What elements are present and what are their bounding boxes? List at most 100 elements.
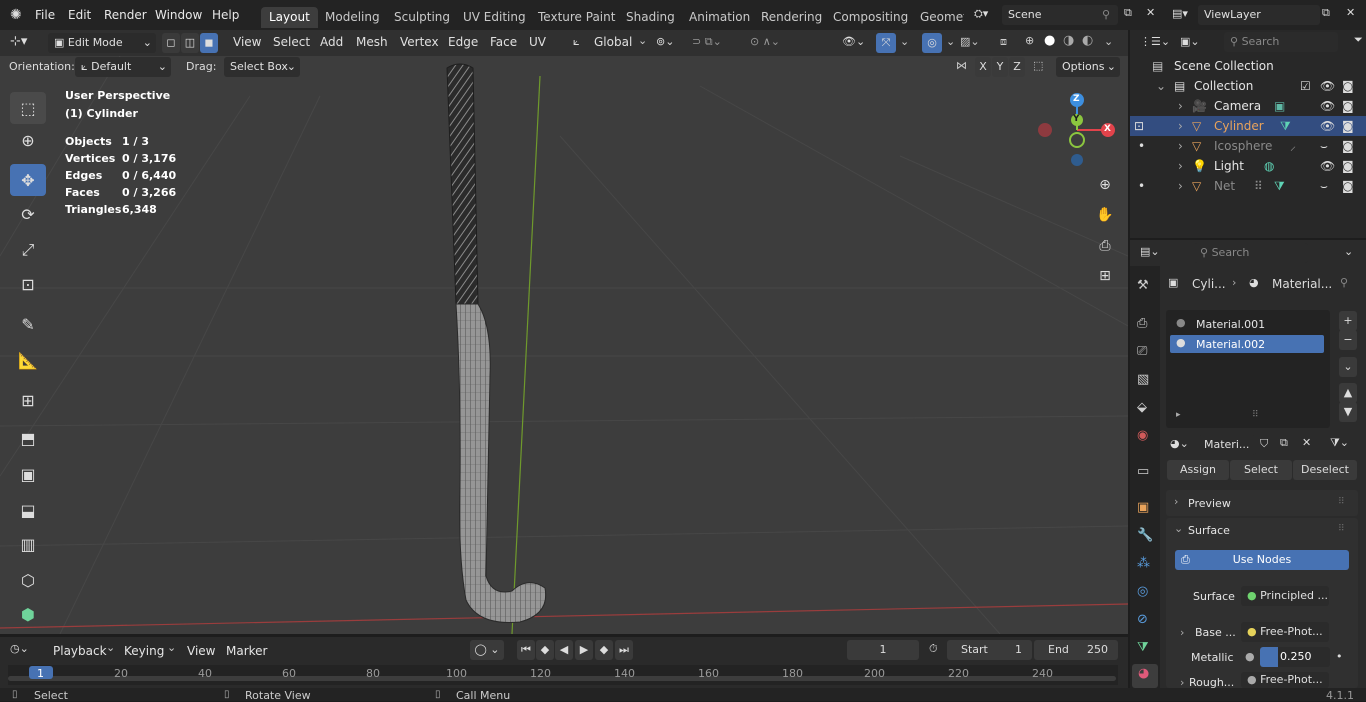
eye-icon[interactable]: 👁 [1320,116,1335,136]
timeline-menu-keying[interactable]: Keying [124,644,164,658]
outliner-row-light[interactable]: › 💡 Light ◍ 👁 ◙ [1130,156,1366,176]
solid-shading-icon[interactable]: ● [1044,33,1055,48]
outliner-row-camera[interactable]: › 🎥 Camera ▣ 👁 ◙ [1130,96,1366,116]
face-select-icon[interactable]: ◼ [200,33,218,53]
current-frame-field[interactable]: 1 [847,640,919,660]
camera-view-icon[interactable]: ⎙ [1093,234,1117,258]
checkbox-icon[interactable]: ☑ [1300,76,1311,96]
play-reverse-icon[interactable]: ◀ [555,640,573,660]
vp-menu-vertex[interactable]: Vertex [400,35,439,49]
pan-hand-icon[interactable]: ✋ [1093,203,1117,227]
pin-icon[interactable]: ⚲ [1340,276,1348,289]
chevron-right-icon[interactable]: › [1178,136,1183,156]
physics-tab-icon[interactable]: ◎ [1137,584,1148,599]
vertex-select-icon[interactable]: ◻ [162,33,180,53]
timeline-editor-icon[interactable]: ◷⌄ [10,642,29,655]
viewlayer-field[interactable]: ViewLayer [1198,5,1320,25]
wireframe-shading-icon[interactable]: ⊕ [1025,34,1034,47]
jump-start-icon[interactable]: ⏮ [517,640,535,660]
editor-type-icon[interactable]: ⊹▾ [10,34,27,49]
timeline-menu-view[interactable]: View [187,644,215,658]
outliner-row-net[interactable]: • › ▽ Net ⠿ ⧩ ⌣ ◙ [1130,176,1366,196]
stopwatch-icon[interactable]: ⏱ [929,642,938,656]
jump-next-keyframe-icon[interactable]: ◆ [595,640,613,660]
move-slot-down-button[interactable]: ▼ [1339,402,1357,422]
jump-prev-keyframe-icon[interactable]: ◆ [536,640,554,660]
tab-uv-editing[interactable]: UV Editing [455,7,534,28]
deselect-button[interactable]: Deselect [1293,460,1357,480]
viewlayer-browse-icon[interactable]: ▤▾ [1172,7,1188,20]
drag-handle-icon[interactable]: ⠿ [1338,524,1345,534]
blender-logo-icon[interactable]: ✺ [10,7,22,23]
mesh-overlay-icon[interactable]: ▨⌄ [960,35,980,48]
timeline-menu-playback[interactable]: Playback [53,644,107,658]
end-frame-field[interactable]: End 250 [1034,640,1118,660]
options-dropdown[interactable]: Options ⌄ [1056,57,1120,77]
add-cube-tool[interactable]: ⊞ [10,384,46,416]
view-layer-tab-icon[interactable]: ▧ [1137,372,1149,387]
collection-tab-icon[interactable]: ▭ [1137,464,1149,479]
annotate-tool[interactable]: ✎ [10,308,46,340]
shading-dropdown-icon[interactable]: ⌄ [1104,35,1113,48]
poly-build-tool[interactable]: ⬢ [10,598,46,630]
move-tool[interactable]: ✥ [10,164,46,196]
mirror-x-button[interactable]: X [975,57,991,77]
chevron-right-icon[interactable]: › [1178,116,1183,136]
outliner-row-collection[interactable]: ⌄ ▤ Collection ☑ 👁 ◙ [1130,76,1366,96]
edge-select-icon[interactable]: ◫ [181,33,199,53]
fake-user-shield-icon[interactable]: ⛉ [1260,437,1268,451]
material-slot-list[interactable]: ● Material.001 ● Material.002 ▸ ⠿ [1166,310,1330,428]
properties-editor-icon[interactable]: ▤⌄ [1140,245,1160,258]
select-box-tool[interactable]: ⬚ [10,92,46,124]
rotate-tool[interactable]: ⟳ [10,198,46,230]
mirror-icon[interactable]: ⋈ [956,59,967,72]
display-mode-icon[interactable]: ▣⌄ [1180,35,1200,48]
add-material-slot-button[interactable]: + [1339,311,1357,331]
chevron-right-icon[interactable]: › [1178,156,1183,176]
new-viewlayer-icon[interactable]: ⧉ [1322,6,1330,20]
menu-window[interactable]: Window [155,8,202,22]
perspective-grid-icon[interactable]: ⊞ [1093,264,1117,288]
menu-edit[interactable]: Edit [68,8,91,22]
bevel-tool[interactable]: ⬓ [10,494,46,526]
material-shading-icon[interactable]: ◑ [1063,33,1074,48]
select-button[interactable]: Select [1230,460,1292,480]
proportional-edit-icon[interactable]: ⊙ ∧⌄ [750,35,780,48]
dot-icon[interactable]: • [1138,136,1145,156]
chevron-right-icon[interactable]: › [1178,96,1183,116]
camera-render-icon[interactable]: ◙ [1342,176,1354,196]
outliner-row-scene-collection[interactable]: ▤ Scene Collection [1130,56,1366,76]
use-nodes-button[interactable]: ⎙ Use Nodes [1175,550,1349,570]
tab-modeling[interactable]: Modeling [317,7,388,28]
outliner-search-input[interactable]: ⚲ Search [1224,32,1338,52]
inset-tool[interactable]: ▣ [10,458,46,490]
properties-search-input[interactable]: ⚲ Search [1194,243,1308,263]
assign-button[interactable]: Assign [1167,460,1229,480]
drag-handle-icon[interactable]: ⠿ [1338,497,1345,507]
render-tab-icon[interactable]: ⎙ [1137,316,1147,331]
vp-menu-select[interactable]: Select [273,35,310,49]
tab-animation[interactable]: Animation [681,7,758,28]
rendered-shading-icon[interactable]: ◐ [1082,33,1093,48]
outliner-row-cylinder[interactable]: ⊡ › ▽ Cylinder ⧩ 👁 ◙ [1130,116,1366,136]
expand-triangle-icon[interactable]: ▸ [1176,410,1181,420]
timeline-menu-marker[interactable]: Marker [226,644,267,658]
scene-tab-icon[interactable]: ⬙ [1137,400,1147,415]
pin-icon[interactable]: ⚲ [1102,8,1110,21]
vp-menu-view[interactable]: View [233,35,261,49]
cursor-tool[interactable]: ⊕ [10,124,46,156]
material-specials-button[interactable]: ⌄ [1339,357,1357,377]
tab-geometry-nodes[interactable]: Geomet [912,7,964,28]
loop-cut-tool[interactable]: ▥ [10,528,46,560]
material-tab[interactable]: ◕ [1132,664,1158,688]
tab-compositing[interactable]: Compositing [825,7,916,28]
gizmo-toggle-icon[interactable]: ⤧ [876,33,896,53]
tab-rendering[interactable]: Rendering [753,7,830,28]
chevron-down-icon[interactable]: ⌄ [1344,245,1353,258]
link-data-icon[interactable]: ⧩⌄ [1330,436,1349,450]
scene-field[interactable]: Scene [1002,5,1118,25]
auto-keying-button[interactable]: ◯ ⌄ [470,640,504,660]
mode-dropdown[interactable]: ▣ Edit Mode ⌄ [48,33,156,53]
duplicate-material-icon[interactable]: ⧉ [1280,436,1288,450]
delete-scene-icon[interactable]: ✕ [1146,6,1155,19]
